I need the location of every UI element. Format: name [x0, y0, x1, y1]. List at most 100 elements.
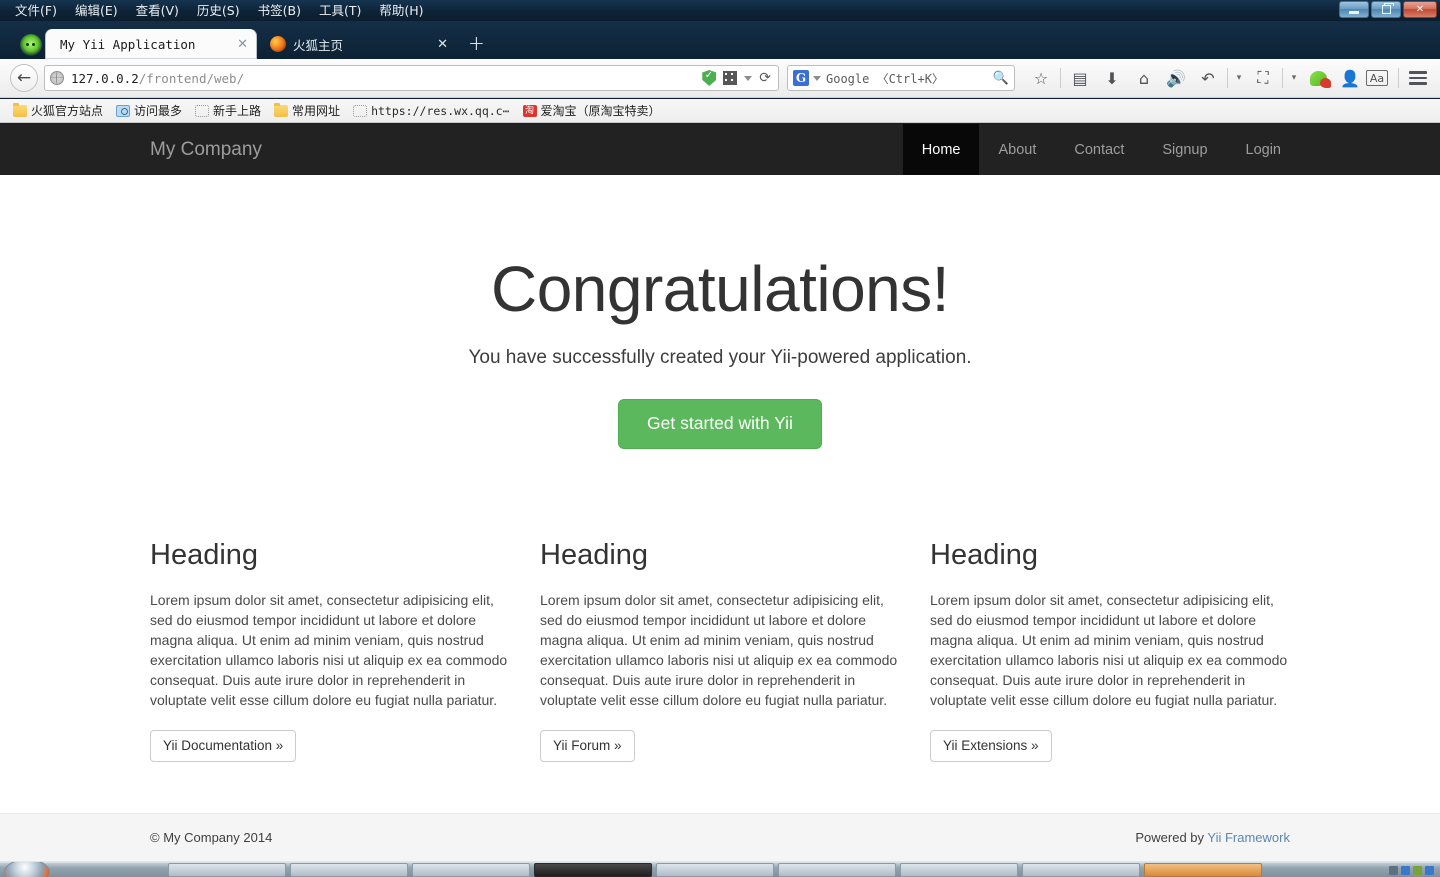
nav-item-login[interactable]: Login — [1227, 124, 1300, 175]
menu-view[interactable]: 查看(V) — [127, 0, 188, 21]
site-brand[interactable]: My Company — [0, 124, 262, 175]
tray-icon[interactable] — [1425, 866, 1434, 875]
new-tab-button[interactable]: + — [456, 29, 497, 57]
taskbar-item[interactable] — [412, 863, 530, 877]
maximize-icon — [1382, 5, 1391, 14]
menu-help[interactable]: 帮助(H) — [370, 0, 432, 21]
menu-tools[interactable]: 工具(T) — [310, 0, 370, 21]
url-path: /frontend/web/ — [139, 71, 244, 86]
taskbar-item[interactable] — [1144, 863, 1262, 877]
bookmark-label: https://res.wx.qq.c⋯ — [371, 104, 509, 118]
bookmark-aitaobao[interactable]: 淘 爱淘宝（原淘宝特卖） — [518, 101, 666, 120]
screenshot-crop-icon[interactable]: ⛶ — [1247, 63, 1279, 93]
menu-file[interactable]: 文件(F) — [6, 0, 66, 21]
feature-column: Heading Lorem ipsum dolor sit amet, cons… — [915, 539, 1305, 762]
start-button[interactable] — [4, 861, 50, 877]
font-size-label: Aa — [1370, 72, 1384, 85]
feature-column: Heading Lorem ipsum dolor sit amet, cons… — [135, 539, 525, 762]
nav-item-signup[interactable]: Signup — [1143, 124, 1226, 175]
font-size-icon[interactable]: Aa — [1366, 70, 1388, 86]
tray-icon[interactable] — [1389, 866, 1398, 875]
bookmark-most-visited[interactable]: 访问最多 — [111, 101, 187, 120]
nav-item-contact[interactable]: Contact — [1055, 124, 1143, 175]
close-window-button[interactable]: ✕ — [1403, 1, 1437, 18]
maximize-button[interactable] — [1371, 1, 1401, 18]
os-window: 文件(F) 编辑(E) 查看(V) 历史(S) 书签(B) 工具(T) 帮助(H… — [0, 0, 1440, 877]
bookmark-common-sites[interactable]: 常用网址 — [269, 101, 345, 120]
taskbar-item[interactable] — [168, 863, 286, 877]
star-icon[interactable]: ☆ — [1025, 63, 1057, 93]
back-button[interactable]: ← — [10, 64, 38, 92]
chevron-down-icon[interactable] — [744, 76, 752, 81]
home-icon[interactable]: ⌂ — [1128, 63, 1160, 93]
close-icon[interactable]: ✕ — [237, 37, 248, 52]
toolbar-divider — [1282, 68, 1283, 88]
reload-icon[interactable]: ⟳ — [759, 70, 771, 86]
shield-icon[interactable] — [702, 70, 716, 86]
library-icon[interactable]: ▤ — [1064, 63, 1096, 93]
undo-icon[interactable]: ↶ — [1192, 63, 1224, 93]
yii-documentation-button[interactable]: Yii Documentation » — [150, 730, 296, 762]
wechat-glow-icon — [18, 31, 44, 57]
firefox-icon — [270, 36, 286, 52]
feature-column: Heading Lorem ipsum dolor sit amet, cons… — [525, 539, 915, 762]
yii-forum-button[interactable]: Yii Forum » — [540, 730, 635, 762]
menu-edit[interactable]: 编辑(E) — [66, 0, 127, 21]
taskbar-item[interactable] — [290, 863, 408, 877]
qrcode-icon[interactable] — [723, 71, 737, 85]
search-engine-chevron-down-icon[interactable] — [813, 76, 821, 81]
taskbar-item[interactable] — [900, 863, 1018, 877]
address-bar[interactable]: 127.0.0.2/frontend/web/ ⟳ — [44, 65, 779, 91]
column-heading: Heading — [930, 539, 1290, 572]
browser-tab-strip: My Yii Application ✕ 火狐主页 ✕ + — [0, 21, 1440, 59]
nav-item-home[interactable]: Home — [903, 124, 980, 175]
taskbar-item[interactable] — [778, 863, 896, 877]
taskbar-item[interactable] — [1022, 863, 1140, 877]
volume-icon[interactable]: 🔊 — [1160, 63, 1192, 93]
browser-tab-active[interactable]: My Yii Application ✕ — [46, 29, 256, 59]
screenshot-dropdown-icon[interactable]: ▾ — [1286, 63, 1302, 93]
browser-toolbar-icons: ☆ ▤ ⬇ ⌂ 🔊 ↶ ▾ ⛶ ▾ 👤 Aa — [1025, 63, 1434, 93]
system-tray — [1389, 863, 1440, 877]
close-icon[interactable]: ✕ — [437, 37, 448, 52]
tray-icon[interactable] — [1401, 866, 1410, 875]
toolbar-divider — [1227, 68, 1228, 88]
get-started-button[interactable]: Get started with Yii — [618, 399, 822, 449]
browser-navigation-toolbar: ← 127.0.0.2/frontend/web/ ⟳ G Google 〈Ct… — [0, 59, 1440, 98]
smart-folder-icon — [116, 105, 130, 117]
column-body: Lorem ipsum dolor sit amet, consectetur … — [540, 590, 900, 710]
os-taskbar — [0, 861, 1440, 877]
browser-tab-firefox-home[interactable]: 火狐主页 ✕ — [256, 29, 456, 59]
download-icon[interactable]: ⬇ — [1096, 63, 1128, 93]
menu-bookmarks[interactable]: 书签(B) — [249, 0, 310, 21]
powered-by-prefix: Powered by — [1135, 830, 1207, 845]
yii-extensions-button[interactable]: Yii Extensions » — [930, 730, 1052, 762]
minimize-button[interactable] — [1339, 1, 1369, 18]
site-footer: © My Company 2014 Powered by Yii Framewo… — [0, 813, 1440, 861]
account-icon[interactable]: 👤 — [1334, 63, 1366, 93]
hero-lead-text: You have successfully created your Yii-p… — [0, 347, 1440, 369]
address-bar-icons: ⟳ — [702, 70, 773, 86]
taskbar-item-active[interactable] — [534, 863, 652, 877]
bookmark-getting-started[interactable]: 新手上路 — [190, 101, 266, 120]
magnifier-icon[interactable]: 🔍 — [993, 70, 1009, 86]
menu-hamburger-icon[interactable] — [1402, 63, 1434, 93]
search-input[interactable]: Google 〈Ctrl+K〉 — [826, 70, 993, 87]
column-body: Lorem ipsum dolor sit amet, consectetur … — [930, 590, 1290, 710]
undo-dropdown-icon[interactable]: ▾ — [1231, 63, 1247, 93]
yii-framework-link[interactable]: Yii Framework — [1207, 830, 1290, 845]
tab-title: 火狐主页 — [293, 35, 431, 54]
search-bar[interactable]: G Google 〈Ctrl+K〉 🔍 — [787, 65, 1015, 91]
bookmark-label: 爱淘宝（原淘宝特卖） — [541, 102, 661, 119]
url-text: 127.0.0.2/frontend/web/ — [71, 71, 702, 86]
tray-icon[interactable] — [1413, 866, 1422, 875]
column-body: Lorem ipsum dolor sit amet, consectetur … — [150, 590, 510, 710]
bookmark-firefox-official[interactable]: 火狐官方站点 — [8, 101, 108, 120]
wechat-icon[interactable] — [1302, 63, 1334, 93]
powered-by-text: Powered by Yii Framework — [1135, 830, 1290, 845]
bookmark-wx-res[interactable]: https://res.wx.qq.c⋯ — [348, 103, 514, 119]
tab-title: My Yii Application — [60, 37, 231, 52]
taskbar-item[interactable] — [656, 863, 774, 877]
menu-history[interactable]: 历史(S) — [188, 0, 249, 21]
nav-item-about[interactable]: About — [979, 124, 1055, 175]
